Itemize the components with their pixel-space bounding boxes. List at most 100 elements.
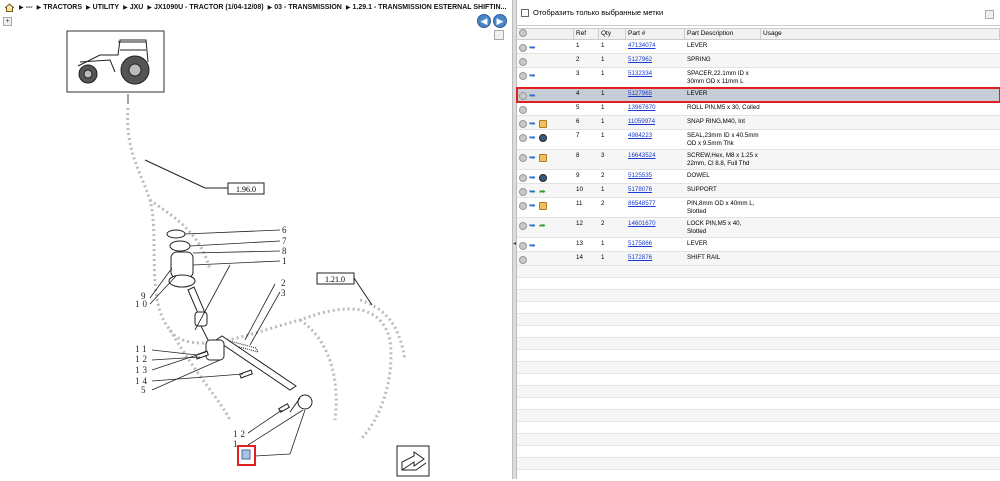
add-to-list-icon[interactable] (519, 72, 527, 80)
select-all-icon[interactable] (519, 29, 527, 37)
next-page-icon[interactable] (396, 445, 430, 477)
breadcrumb-item[interactable]: ▶ JXU (123, 4, 143, 11)
exploded-parts-diagram: 1.96.0 1.21.0 6 7 8 1 2 3 9 10 11 12 13 … (0, 28, 512, 479)
reply-arrow-icon[interactable]: ➥ (529, 134, 537, 142)
table-row[interactable]: ➥ 3 1 5132334 SPACER,22.1mm ID x 30mm OD x 1… (517, 68, 1000, 88)
table-row[interactable]: ➥ 9 2 5125535 DOWEL (517, 170, 1000, 184)
breadcrumb-item[interactable]: ▶ 1.29.1 - TRANSMISSION ESTERNAL SHIFTIN.… (346, 4, 507, 11)
breadcrumb-item[interactable]: ▶ 03 - TRANSMISSION (268, 4, 342, 11)
add-to-list-icon[interactable] (519, 44, 527, 52)
reply-arrow-icon[interactable]: ➥ (529, 222, 537, 230)
part-number-link[interactable]: 5125535 (626, 172, 685, 180)
part-number-link[interactable]: 14601670 (626, 220, 685, 228)
add-to-list-icon[interactable] (519, 92, 527, 100)
empty-row (517, 314, 1000, 326)
header-qty[interactable]: Qty (599, 28, 626, 40)
table-row[interactable]: ➥ 6 1 11059974 SNAP RING,M40, Int (517, 116, 1000, 130)
row-ref: 6 (576, 118, 580, 125)
expand-icon[interactable]: + (3, 17, 12, 26)
table-row[interactable]: ➥ 13 1 5175866 LEVER (517, 238, 1000, 252)
empty-row (517, 362, 1000, 374)
part-number-link[interactable]: 13967670 (626, 104, 685, 112)
part-number-link[interactable]: 5172876 (626, 254, 685, 262)
row-description: DOWEL (687, 172, 710, 179)
package-icon[interactable] (539, 120, 547, 128)
empty-row (517, 446, 1000, 458)
home-icon[interactable] (4, 2, 15, 12)
row-description: LEVER (687, 90, 708, 97)
add-to-list-icon[interactable] (519, 106, 527, 114)
reply-arrow-icon[interactable]: ➥ (529, 188, 537, 196)
settings-box-icon[interactable] (985, 10, 994, 19)
add-to-list-icon[interactable] (519, 174, 527, 182)
reply-arrow-icon[interactable]: ➥ (529, 242, 537, 250)
table-row[interactable]: 14 1 5172876 SHIFT RAIL (517, 252, 1000, 266)
table-row[interactable]: ➥ 8 3 16643524 SCREW,Hex, M8 x 1.25 x 22mm, … (517, 150, 1000, 170)
reply-arrow-icon[interactable]: ➥ (529, 202, 537, 210)
part-number-link[interactable]: 5178076 (626, 186, 685, 194)
table-row[interactable]: 2 1 5127962 SPRING (517, 54, 1000, 68)
table-row[interactable]: ➥ ➦ 12 2 14601670 LOCK PIN,M5 x 40, Slotted (517, 218, 1000, 238)
add-to-list-icon[interactable] (519, 58, 527, 66)
table-row[interactable]: ➥ 4 1 5127965 LEVER (516, 87, 1000, 103)
breadcrumb-item[interactable]: ▶ UTILITY (86, 4, 119, 11)
empty-row (517, 434, 1000, 446)
svg-text:2: 2 (281, 278, 286, 288)
empty-row (517, 302, 1000, 314)
add-to-list-icon[interactable] (519, 134, 527, 142)
part-number-link[interactable]: 11059974 (626, 118, 685, 126)
add-to-list-icon[interactable] (519, 120, 527, 128)
row-ref: 10 (576, 186, 583, 193)
header-ref[interactable]: Ref (574, 28, 599, 40)
add-to-list-icon[interactable] (519, 222, 527, 230)
table-row[interactable]: ➥ ➦ 10 1 5178076 SUPPORT (517, 184, 1000, 198)
reply-arrow-icon[interactable]: ➥ (529, 92, 537, 100)
gear-icon[interactable] (539, 134, 547, 142)
breadcrumb-item[interactable]: ▶ TRACTORS (37, 4, 82, 11)
package-icon[interactable] (539, 202, 547, 210)
add-to-list-icon[interactable] (519, 256, 527, 264)
reply-arrow-icon[interactable]: ➥ (529, 44, 537, 52)
reply-arrow-icon[interactable]: ➥ (529, 72, 537, 80)
row-qty: 1 (601, 118, 605, 125)
svg-text:12: 12 (233, 429, 248, 439)
row-description: SPACER,22.1mm ID x 30mm OD x 11mm L (687, 70, 749, 85)
package-icon[interactable] (539, 154, 547, 162)
reply-arrow-icon[interactable]: ➥ (529, 154, 537, 162)
gear-icon[interactable] (539, 174, 547, 182)
part-number-link[interactable]: 86548577 (626, 200, 685, 208)
svg-text:6: 6 (282, 225, 287, 235)
splitter-arrow-icon[interactable]: ◂ (513, 240, 516, 248)
reply-arrow-icon[interactable]: ➥ (529, 174, 537, 182)
empty-row (517, 398, 1000, 410)
forward-arrow-icon[interactable]: ➦ (539, 222, 547, 230)
header-description[interactable]: Part Description (685, 28, 761, 40)
part-number-link[interactable]: 4984223 (626, 132, 685, 140)
ref-box-1960[interactable]: 1.96.0 (227, 182, 265, 195)
breadcrumb-item[interactable]: ▶ --- (19, 4, 33, 11)
forward-arrow-icon[interactable]: ➦ (539, 188, 547, 196)
part-number-link[interactable]: 5175866 (626, 240, 685, 248)
part-number-link[interactable]: 5127962 (626, 56, 685, 64)
ref-box-1210[interactable]: 1.21.0 (316, 272, 355, 285)
header-part[interactable]: Part # (626, 28, 685, 40)
row-ref: 3 (576, 70, 580, 77)
header-usage[interactable]: Usage (761, 28, 1000, 40)
table-row[interactable]: ➥ 11 2 86548577 PIN,8mm OD x 40mm L, Slotted (517, 198, 1000, 218)
add-to-list-icon[interactable] (519, 188, 527, 196)
show-selected-only-checkbox[interactable] (521, 8, 529, 17)
svg-text:5: 5 (141, 385, 149, 395)
breadcrumb-item[interactable]: ▶ JX1090U - TRACTOR (1/04-12/08) (147, 4, 263, 11)
part-number-link[interactable]: 5127965 (626, 90, 685, 98)
part-number-link[interactable]: 5132334 (626, 70, 685, 78)
table-row[interactable]: 5 1 13967670 ROLL PIN,M5 x 30, Coiled (517, 102, 1000, 116)
table-row[interactable]: ➥ 1 1 47134074 LEVER (517, 40, 1000, 54)
add-to-list-icon[interactable] (519, 202, 527, 210)
add-to-list-icon[interactable] (519, 154, 527, 162)
reply-arrow-icon[interactable]: ➥ (529, 120, 537, 128)
part-number-link[interactable]: 47134074 (626, 42, 685, 50)
empty-row (517, 458, 1000, 470)
add-to-list-icon[interactable] (519, 242, 527, 250)
part-number-link[interactable]: 16643524 (626, 152, 685, 160)
table-row[interactable]: ➥ 7 1 4984223 SEAL,23mm ID x 40.5mm OD x 9.5… (517, 130, 1000, 150)
